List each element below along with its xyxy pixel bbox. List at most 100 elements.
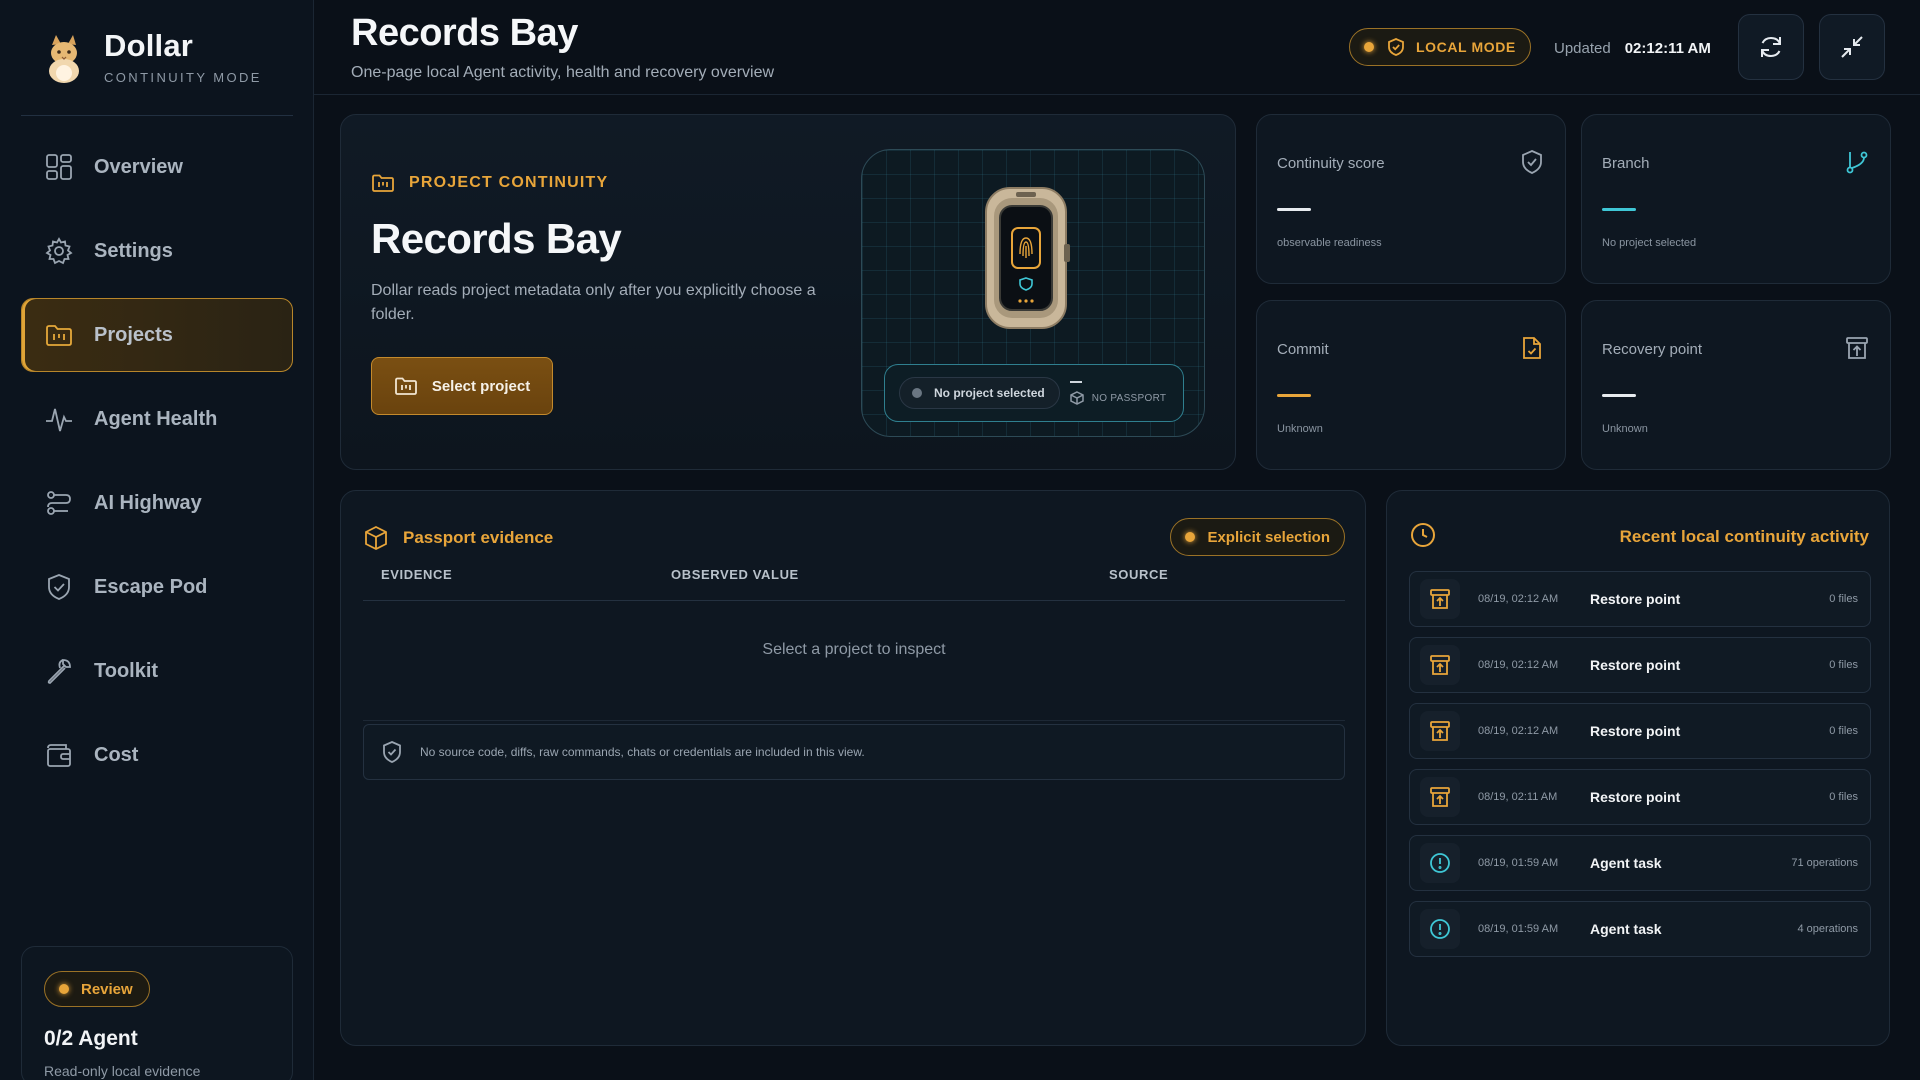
sidebar-item-label: Overview [94,155,183,178]
activity-count: 0 files [1829,593,1858,605]
activity-time: 08/19, 02:12 AM [1478,593,1559,605]
activity-count: 71 operations [1791,857,1858,869]
column-header-observed-value[interactable]: OBSERVED VALUE [671,567,799,582]
folder-icon [394,377,417,395]
explicit-selection-badge[interactable]: Explicit selection [1170,518,1345,556]
sidebar-item-escape-pod[interactable]: Escape Pod [21,550,293,624]
continuity-score-card: Continuity score observable readiness [1256,114,1566,284]
passport-device-icon [985,187,1070,329]
activity-name: Agent task [1590,855,1662,871]
divider [21,115,293,116]
sidebar-item-label: Settings [94,239,173,262]
privacy-notice: No source code, diffs, raw commands, cha… [363,724,1345,780]
archive-upload-icon [1430,589,1450,609]
evidence-header: Passport evidence [363,525,553,551]
column-header-source[interactable]: SOURCE [1109,567,1168,582]
activity-time: 08/19, 02:11 AM [1478,791,1558,803]
archive-upload-icon [1430,655,1450,675]
shield-icon [48,574,70,600]
clock-icon [1411,523,1435,547]
status-dot [1185,532,1196,542]
collapse-button[interactable] [1819,14,1885,80]
no-project-label: No project selected [934,386,1045,400]
stat-sub: observable readiness [1277,237,1382,249]
hero-eyebrow: PROJECT CONTINUITY [371,171,608,195]
activity-time: 08/19, 01:59 AM [1478,923,1559,935]
review-subtitle: Read-only local evidence [44,1063,201,1079]
recent-activity-card: Recent local continuity activity 08/19, … [1386,490,1890,1046]
activity-name: Restore point [1590,789,1681,805]
status-dot [912,388,922,398]
route-icon [47,491,71,515]
branch-value-dash [1602,208,1636,211]
passport-label: NO PASSPORT [1069,391,1167,405]
stat-label: Branch [1602,155,1650,172]
activity-icon-box [1420,579,1460,619]
refresh-button[interactable] [1738,14,1804,80]
archive-upload-icon [1846,337,1868,359]
local-mode-label: LOCAL MODE [1416,39,1516,55]
grid-icon [46,154,72,180]
activity-time: 08/19, 02:12 AM [1478,659,1559,671]
sidebar-item-projects[interactable]: Projects [21,298,293,372]
list-item[interactable]: 08/19, 01:59 AM Agent task 71 operations [1409,835,1871,891]
hero-description: Dollar reads project metadata only after… [371,282,816,323]
activity-icon-box [1420,843,1460,883]
sidebar-item-label: Cost [94,743,139,766]
passport-label-text: NO PASSPORT [1091,392,1167,404]
list-item[interactable]: 08/19, 02:12 AM Restore point 0 files [1409,571,1871,627]
sidebar: Dollar CONTINUITY MODE Overview Settings… [0,0,314,1080]
pulse-icon [46,408,72,432]
continuity-value-dash [1277,208,1311,211]
sidebar-item-settings[interactable]: Settings [21,214,293,288]
sidebar-item-overview[interactable]: Overview [21,130,293,204]
evidence-empty-state: Select a project to inspect [762,641,946,658]
activity-time: 08/19, 02:12 AM [1478,725,1559,737]
brand-name: Dollar [104,28,194,63]
updated-time: 02:12:11 AM [1624,40,1711,57]
activity-icon-box [1420,777,1460,817]
git-branch-icon [1846,151,1868,174]
commit-value-dash [1277,394,1311,397]
sidebar-item-ai-highway[interactable]: AI Highway [21,466,293,540]
sidebar-item-cost[interactable]: Cost [21,718,293,792]
activity-icon-box [1420,909,1460,949]
sidebar-item-label: Toolkit [94,659,159,682]
page-subtitle: One-page local Agent activity, health an… [351,64,775,81]
passport-info: NO PASSPORT [1069,381,1167,405]
list-item[interactable]: 08/19, 02:11 AM Restore point 0 files [1409,769,1871,825]
select-project-button[interactable]: Select project [371,357,553,415]
wrench-icon [47,659,71,684]
sidebar-nav: Overview Settings Projects Agent Health … [21,130,293,802]
shield-check-icon [383,741,401,763]
list-item[interactable]: 08/19, 02:12 AM Restore point 0 files [1409,637,1871,693]
no-project-pill: No project selected [899,377,1060,409]
stat-sub: No project selected [1602,237,1697,249]
sidebar-item-agent-health[interactable]: Agent Health [21,382,293,456]
refresh-icon [1761,36,1781,58]
local-mode-badge[interactable]: LOCAL MODE [1349,28,1531,66]
status-dot [1364,42,1374,52]
list-item[interactable]: 08/19, 01:59 AM Agent task 4 operations [1409,901,1871,957]
list-item[interactable]: 08/19, 02:12 AM Restore point 0 files [1409,703,1871,759]
activity-icon-box [1420,645,1460,685]
explicit-selection-label: Explicit selection [1207,528,1330,546]
privacy-notice-text: No source code, diffs, raw commands, cha… [420,745,865,759]
activity-name: Agent task [1590,921,1662,937]
folder-icon [372,174,394,192]
brand-subtitle: CONTINUITY MODE [104,70,262,85]
page-title: Records Bay [351,12,578,54]
column-header-evidence[interactable]: EVIDENCE [381,567,452,582]
cat-logo-icon [49,34,79,83]
evidence-table-header: EVIDENCE OBSERVED VALUE SOURCE [363,567,1345,601]
review-badge[interactable]: Review [44,971,150,1007]
brand[interactable]: Dollar CONTINUITY MODE [42,28,262,85]
activity-count: 0 files [1829,791,1858,803]
activity-title: Recent local continuity activity [1619,527,1869,546]
passport-evidence-card: Passport evidence Explicit selection EVI… [340,490,1366,1046]
activity-name: Restore point [1590,723,1681,739]
activity-list: 08/19, 02:12 AM Restore point 0 files 08… [1409,571,1871,967]
sidebar-item-toolkit[interactable]: Toolkit [21,634,293,708]
updated-timestamp: Updated 02:12:11 AM [1554,40,1711,57]
stat-label: Recovery point [1602,341,1703,358]
